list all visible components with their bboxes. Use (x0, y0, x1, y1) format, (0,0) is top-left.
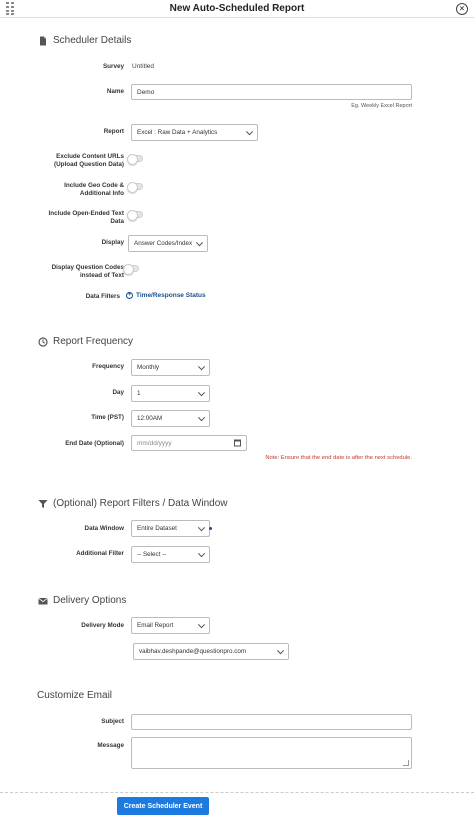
exclude-urls-label-line2: (Upload Question Data) (54, 161, 124, 168)
exclude-urls-label: Exclude Content URLs (Upload Question Dat… (54, 153, 124, 169)
geo-code-label-line1: Include Geo Code & (64, 182, 124, 189)
message-label: Message (97, 742, 124, 749)
chevron-down-icon (197, 620, 206, 628)
customize-email-title: Customize Email (37, 690, 113, 701)
name-input-value: Demo (137, 88, 155, 96)
frequency-label: Frequency (92, 363, 124, 370)
document-icon (40, 36, 46, 45)
delivery-options-title: Delivery Options (53, 595, 127, 606)
day-select[interactable]: 1 (131, 385, 210, 402)
footer-divider (0, 792, 474, 793)
question-codes-label-line2: instead of Text (80, 272, 124, 279)
open-ended-toggle[interactable] (127, 210, 143, 221)
modal-title: New Auto-Scheduled Report (169, 3, 305, 14)
open-ended-label: Include Open-Ended Text Data (49, 210, 124, 226)
chevron-down-icon (197, 549, 206, 557)
data-filters-link[interactable]: + Time/Response Status (126, 292, 206, 299)
report-frequency-heading: Report Frequency (38, 336, 133, 347)
scheduler-details-title: Scheduler Details (53, 35, 132, 46)
data-filters-label: Data Filters (85, 293, 120, 300)
question-codes-toggle[interactable] (123, 264, 139, 275)
subject-label: Subject (101, 718, 124, 725)
recipient-email-select[interactable]: vaibhav.deshpande@questionpro.com (133, 643, 289, 660)
exclude-urls-toggle[interactable] (127, 154, 143, 165)
report-select-value: Excel : Raw Data + Analytics (137, 129, 218, 136)
end-date-label: End Date (Optional) (65, 440, 124, 447)
resize-handle-icon[interactable] (403, 760, 409, 766)
data-window-select[interactable]: Entire Dataset (131, 520, 210, 537)
delivery-mode-select-value: Email Report (137, 622, 174, 629)
frequency-select[interactable]: Monthly (131, 359, 210, 376)
data-filters-link-text: Time/Response Status (136, 292, 206, 299)
filter-icon (38, 499, 48, 508)
delivery-mode-select[interactable]: Email Report (131, 617, 210, 634)
additional-filter-select[interactable]: -- Select -- (131, 546, 210, 563)
display-label: Display (101, 239, 124, 246)
time-select-value: 12:00AM (137, 415, 163, 422)
open-ended-label-line2: Data (110, 218, 124, 225)
delivery-options-heading: Delivery Options (38, 595, 126, 606)
geo-code-label-line2: Additional Info (79, 190, 124, 197)
chevron-down-icon (245, 127, 254, 135)
calendar-icon[interactable] (234, 439, 241, 447)
name-hint: Eg. Weekly Excel Report (351, 103, 412, 109)
end-date-note: Note: Ensure that the end date is after … (265, 455, 412, 461)
delivery-mode-label: Delivery Mode (81, 622, 124, 629)
report-filters-title: (Optional) Report Filters / Data Window (53, 498, 228, 509)
day-select-value: 1 (137, 390, 141, 397)
chevron-down-icon (197, 362, 206, 370)
data-window-label: Data Window (84, 525, 124, 532)
question-codes-label-line1: Display Question Codes (51, 264, 124, 271)
survey-label: Survey (102, 63, 124, 70)
end-date-placeholder: mm/dd/yyyy (137, 439, 172, 447)
chevron-down-icon (197, 388, 206, 396)
survey-value: Untitled (132, 63, 155, 70)
report-label: Report (103, 128, 124, 135)
envelope-icon (38, 597, 48, 604)
clock-icon (38, 336, 48, 347)
report-frequency-title: Report Frequency (53, 336, 134, 347)
display-select[interactable]: Answer Codes/Index (128, 235, 208, 252)
customize-email-heading: Customize Email (37, 690, 112, 701)
create-scheduler-event-button[interactable]: Create Scheduler Event (117, 797, 209, 815)
end-date-input[interactable]: mm/dd/yyyy (131, 435, 247, 451)
report-select[interactable]: Excel : Raw Data + Analytics (131, 124, 258, 141)
chevron-down-icon (276, 646, 285, 654)
name-input[interactable]: Demo (131, 84, 412, 100)
scheduler-details-heading: Scheduler Details (38, 35, 131, 46)
time-select[interactable]: 12:00AM (131, 410, 210, 427)
close-icon[interactable]: × (456, 3, 468, 15)
geo-code-label: Include Geo Code & Additional Info (64, 182, 124, 198)
geo-code-toggle[interactable] (127, 182, 143, 193)
additional-filter-select-value: -- Select -- (137, 551, 167, 558)
time-label: Time (PST) (91, 414, 124, 421)
modal-header: New Auto-Scheduled Report × (0, 0, 474, 18)
name-label: Name (106, 88, 124, 95)
open-ended-label-line1: Include Open-Ended Text (48, 210, 124, 217)
report-filters-heading: (Optional) Report Filters / Data Window (38, 498, 228, 509)
subject-input[interactable] (131, 714, 412, 730)
chevron-down-icon (197, 523, 206, 531)
question-codes-label: Display Question Codes instead of Text (52, 264, 124, 280)
chevron-down-icon (197, 413, 206, 421)
additional-filter-label: Additional Filter (76, 550, 124, 557)
chevron-down-icon (195, 238, 204, 246)
display-select-value: Answer Codes/Index (134, 240, 193, 247)
recipient-email-value: vaibhav.deshpande@questionpro.com (139, 648, 247, 655)
message-textarea[interactable] (131, 737, 412, 769)
frequency-select-value: Monthly (137, 364, 160, 371)
day-label: Day (112, 389, 124, 396)
info-dot-icon (209, 527, 212, 530)
exclude-urls-label-line1: Exclude Content URLs (56, 153, 124, 160)
data-window-select-value: Entire Dataset (137, 525, 177, 532)
plus-circle-icon: + (126, 292, 133, 299)
